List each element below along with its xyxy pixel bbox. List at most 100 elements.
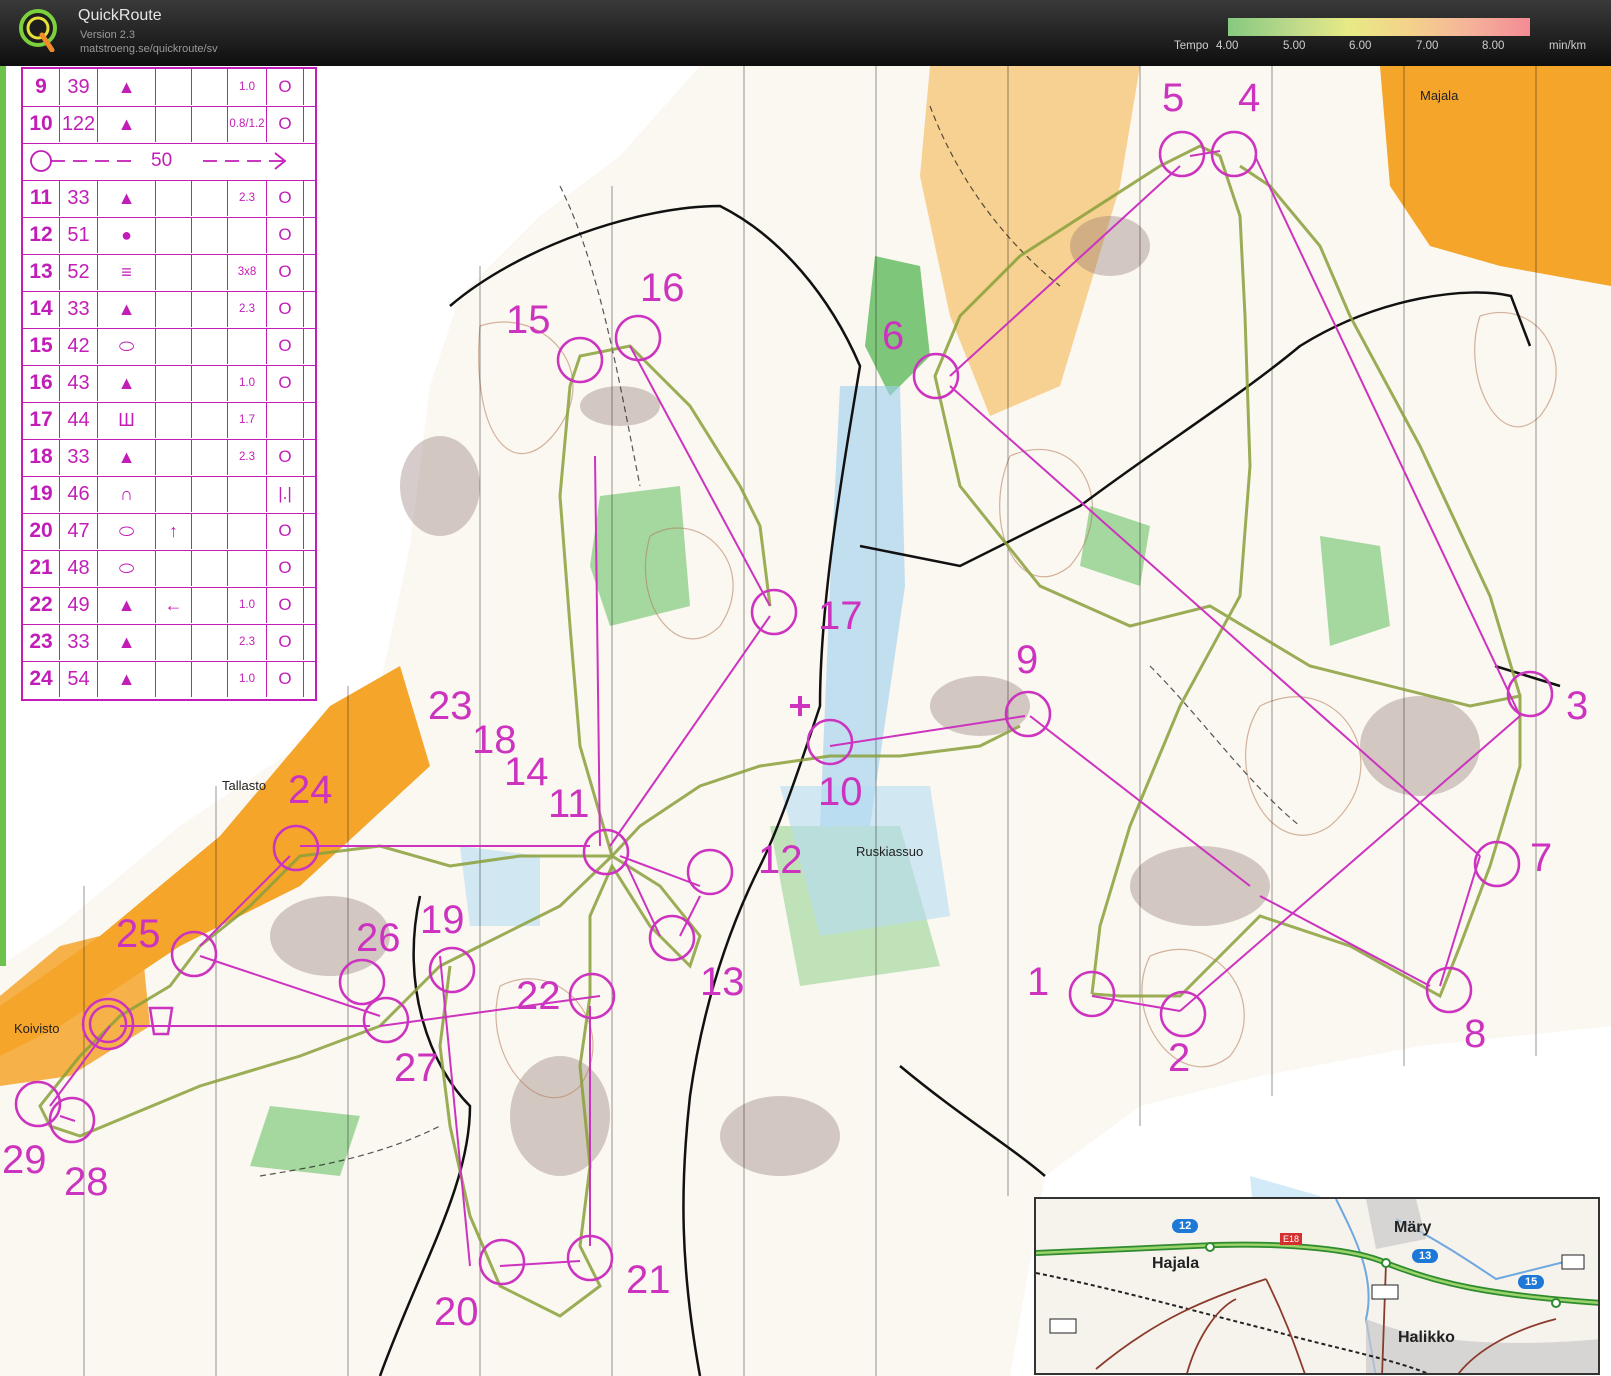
legend-blank (192, 180, 228, 216)
legend-blank (192, 291, 228, 327)
legend-row: 21 48 ⬭ O (23, 550, 315, 588)
legend-control-code: 33 (60, 291, 98, 327)
legend-row: 11 33 ▲ 2.3 O (23, 180, 315, 218)
legend-dimension: 2.3 (228, 291, 267, 327)
control-number-13: 13 (700, 960, 745, 1004)
legend-feature-symbol: Ш (98, 402, 156, 438)
control-number-15: 15 (506, 298, 551, 342)
control-number-23: 23 (428, 684, 473, 728)
road-badge-15: 15 (1518, 1275, 1545, 1289)
legend-feature-symbol: ● (98, 217, 156, 253)
legend-dimension (228, 217, 267, 253)
legend-position-symbol: O (267, 106, 304, 142)
legend-direction (156, 624, 192, 660)
inset-town-hajala: Hajala (1152, 1255, 1200, 1272)
legend-position-symbol: O (267, 69, 304, 105)
legend-row: 15 42 ⬭ O (23, 328, 315, 366)
tempo-unit: min/km (1549, 40, 1587, 52)
legend-control-number: 11 (23, 180, 60, 216)
road-badge-13: 13 (1412, 1249, 1439, 1263)
legend-control-code: 54 (60, 661, 98, 697)
control-number-29: 29 (2, 1138, 47, 1182)
legend-row: 22 49 ▲ ← 1.0 O (23, 587, 315, 625)
control-number-12: 12 (758, 838, 803, 882)
tempo-label: Tempo (1174, 40, 1209, 52)
legend-control-number: 24 (23, 661, 60, 697)
legend-control-number: 14 (23, 291, 60, 327)
control-number-10: 10 (818, 770, 863, 814)
legend-position-symbol: O (267, 661, 304, 697)
legend-row: 23 33 ▲ 2.3 O (23, 624, 315, 662)
legend-control-number: 13 (23, 254, 60, 290)
legend-control-code: 43 (60, 365, 98, 401)
quickroute-logo (19, 9, 57, 52)
legend-dimension (228, 550, 267, 586)
legend-blank (192, 550, 228, 586)
legend-feature-symbol: ∩ (98, 476, 156, 512)
legend-dimension: 2.3 (228, 624, 267, 660)
legend-row: 13 52 ≡ 3x8 O (23, 254, 315, 292)
legend-direction (156, 254, 192, 290)
legend-control-number: 17 (23, 402, 60, 438)
place-majala: Majala (1420, 88, 1459, 103)
legend-row: 12 51 ● O (23, 217, 315, 255)
legend-feature-symbol: ▲ (98, 180, 156, 216)
legend-dimension (228, 513, 267, 549)
place-ruskiassuo: Ruskiassuo (856, 844, 924, 859)
inset-town-halikko: Halikko (1398, 1329, 1455, 1346)
control-number-4: 4 (1238, 76, 1261, 120)
legend-dimension: 2.3 (228, 439, 267, 475)
euro-road-badge: E18 (1280, 1233, 1303, 1245)
legend-position-symbol: O (267, 439, 304, 475)
legend-control-code: 52 (60, 254, 98, 290)
control-number-18: 18 (472, 718, 517, 762)
control-number-20: 20 (434, 1290, 479, 1334)
legend-position-symbol: O (267, 587, 304, 623)
control-number-21: 21 (626, 1258, 671, 1302)
legend-blank (192, 254, 228, 290)
legend-position-symbol: O (267, 254, 304, 290)
legend-direction (156, 217, 192, 253)
legend-control-number: 16 (23, 365, 60, 401)
app-url: matstroeng.se/quickroute/sv (80, 43, 218, 55)
legend-row: 10 122 ▲ 0.8/1.2 O (23, 106, 315, 144)
control-number-28: 28 (64, 1160, 109, 1204)
open-land (1380, 66, 1611, 286)
control-number-7: 7 (1530, 836, 1553, 880)
road-badge-12: 12 (1172, 1219, 1199, 1233)
legend-dimension (228, 476, 267, 512)
legend-row: 19 46 ∩ |.| (23, 476, 315, 514)
legend-feature-symbol: ▲ (98, 69, 156, 105)
legend-position-symbol: O (267, 550, 304, 586)
legend-direction (156, 402, 192, 438)
legend-direction (156, 328, 192, 364)
legend-dimension: 1.0 (228, 69, 267, 105)
control-number-22: 22 (516, 974, 561, 1018)
app-version: Version 2.3 (80, 29, 136, 41)
legend-row: 20 47 ⬭ ↑ O (23, 513, 315, 551)
legend-direction: ↑ (156, 513, 192, 549)
legend-control-code: 39 (60, 69, 98, 105)
legend-blank (192, 439, 228, 475)
legend-direction (156, 69, 192, 105)
legend-control-code: 49 (60, 587, 98, 623)
legend-control-number: 21 (23, 550, 60, 586)
inset-roads (1036, 1199, 1598, 1373)
legend-control-code: 33 (60, 180, 98, 216)
app-title: QuickRoute (78, 7, 162, 24)
legend-position-symbol: |.| (267, 476, 304, 512)
control-number-27: 27 (394, 1046, 439, 1090)
legend-dimension: 1.0 (228, 365, 267, 401)
legend-blank (192, 513, 228, 549)
legend-control-code: 44 (60, 402, 98, 438)
control-number-17: 17 (818, 594, 863, 638)
legend-dimension: 0.8/1.2 (228, 106, 267, 142)
legend-blank (192, 106, 228, 142)
control-number-16: 16 (640, 266, 685, 310)
legend-position-symbol: O (267, 513, 304, 549)
legend-control-code: 42 (60, 328, 98, 364)
legend-control-number: 20 (23, 513, 60, 549)
control-number-1: 1 (1027, 960, 1050, 1004)
place-tallasto: Tallasto (222, 778, 267, 793)
legend-feature-symbol: ≡ (98, 254, 156, 290)
